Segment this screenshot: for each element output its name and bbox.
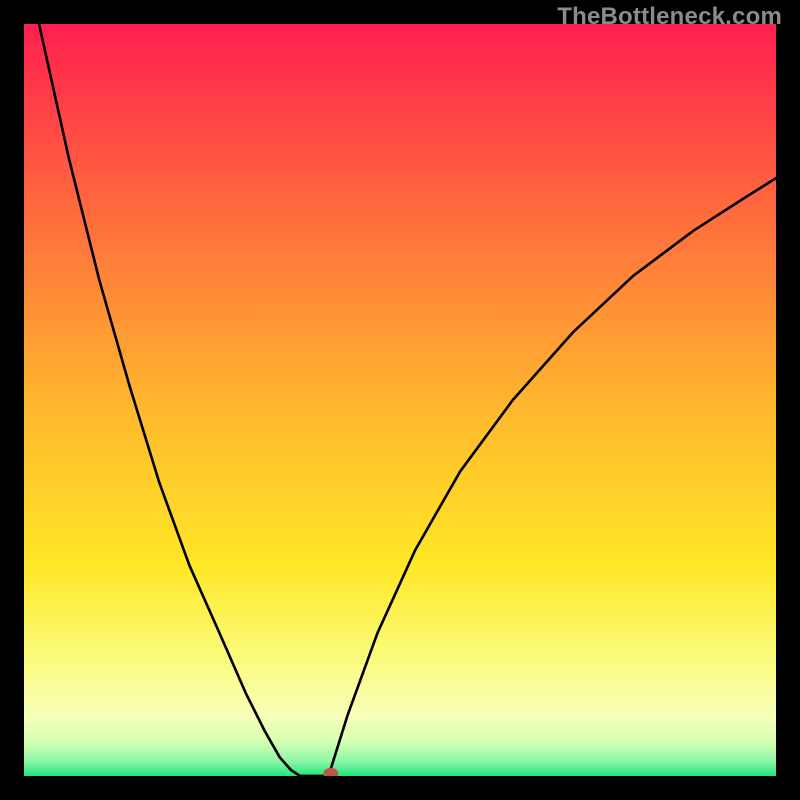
chart-frame: TheBottleneck.com	[0, 0, 800, 800]
bottleneck-chart	[24, 24, 776, 776]
plot-background	[24, 24, 776, 776]
